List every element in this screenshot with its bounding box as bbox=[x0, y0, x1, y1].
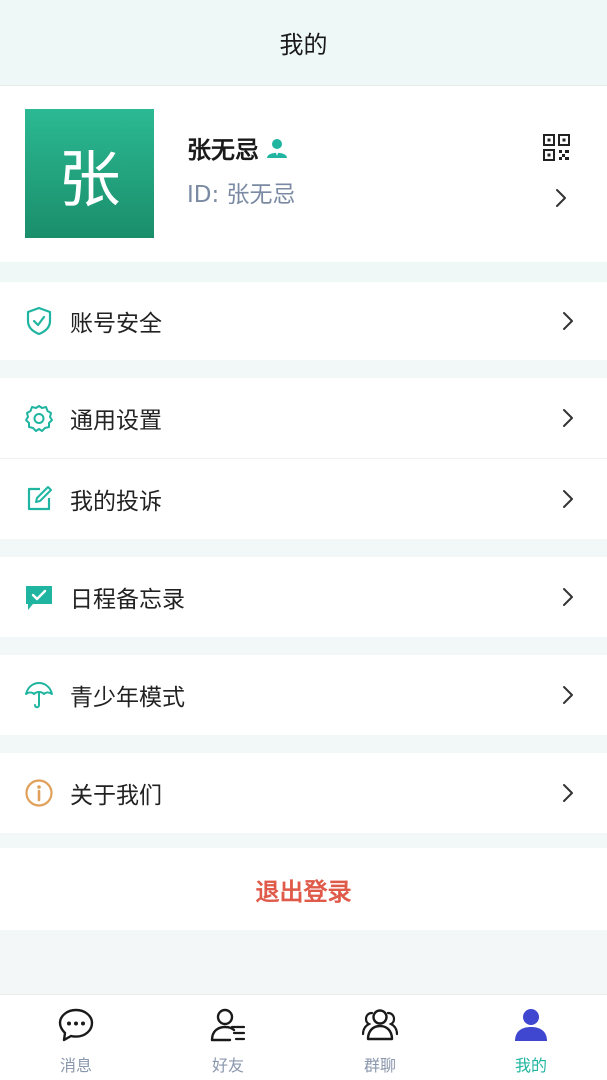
chevron-right-icon[interactable] bbox=[553, 187, 569, 209]
calendar-check-icon bbox=[26, 586, 52, 610]
menu-item-label: 日程备忘录 bbox=[70, 587, 185, 613]
gear-icon bbox=[25, 405, 53, 432]
menu-item-label: 青少年模式 bbox=[70, 685, 185, 711]
profile-name-row: 张无忌 bbox=[187, 130, 289, 165]
profile-card[interactable]: 张 张无忌 ID: 张无忌 bbox=[0, 86, 607, 262]
chevron-right-icon bbox=[563, 409, 573, 427]
page-header: 我的 bbox=[0, 0, 607, 86]
menu-item-about-us[interactable]: 关于我们 bbox=[0, 753, 607, 833]
chevron-right-icon bbox=[563, 686, 573, 704]
menu-item-youth-mode[interactable]: 青少年模式 bbox=[0, 655, 607, 735]
chevron-right-icon bbox=[563, 490, 573, 508]
menu-item-general-settings[interactable]: 通用设置 bbox=[0, 378, 607, 458]
profile-name: 张无忌 bbox=[187, 136, 259, 164]
edit-icon bbox=[27, 486, 52, 511]
page-title: 我的 bbox=[279, 31, 328, 59]
chevron-right-icon bbox=[563, 588, 573, 606]
shield-check-icon bbox=[26, 306, 52, 336]
logout-button[interactable]: 退出登录 bbox=[0, 848, 607, 930]
tab-label: 好友 bbox=[211, 1056, 244, 1075]
menu-item-label: 账号安全 bbox=[70, 311, 162, 337]
menu-item-my-complaints[interactable]: 我的投诉 bbox=[0, 459, 607, 539]
tab-label: 我的 bbox=[514, 1056, 547, 1075]
tab-groups[interactable]: 群聊 bbox=[304, 995, 456, 1080]
chevron-right-icon bbox=[563, 312, 573, 330]
qr-code-icon[interactable] bbox=[543, 134, 570, 161]
tab-bar: 消息 好友 群聊 我的 bbox=[0, 994, 607, 1080]
tab-friends[interactable]: 好友 bbox=[152, 995, 304, 1080]
user-icon bbox=[515, 1009, 547, 1041]
tab-me[interactable]: 我的 bbox=[455, 995, 607, 1080]
menu-item-label: 我的投诉 bbox=[70, 489, 162, 515]
chat-icon bbox=[58, 1008, 94, 1042]
tab-label: 群聊 bbox=[363, 1056, 396, 1075]
tab-label: 消息 bbox=[59, 1056, 92, 1075]
profile-id: ID: 张无忌 bbox=[187, 182, 296, 208]
avatar[interactable]: 张 bbox=[25, 109, 154, 238]
friends-icon bbox=[210, 1008, 246, 1042]
menu-item-schedule-memo[interactable]: 日程备忘录 bbox=[0, 557, 607, 637]
user-badge-icon bbox=[267, 138, 287, 158]
menu-item-label: 通用设置 bbox=[70, 408, 162, 434]
menu-item-account-security[interactable]: 账号安全 bbox=[0, 282, 607, 360]
chevron-right-icon bbox=[563, 784, 573, 802]
logout-label: 退出登录 bbox=[255, 877, 352, 906]
umbrella-icon bbox=[25, 682, 53, 709]
info-icon bbox=[25, 779, 53, 807]
avatar-initial: 张 bbox=[58, 142, 121, 216]
group-icon bbox=[362, 1009, 398, 1041]
menu-item-label: 关于我们 bbox=[70, 783, 162, 809]
tab-messages[interactable]: 消息 bbox=[0, 995, 152, 1080]
